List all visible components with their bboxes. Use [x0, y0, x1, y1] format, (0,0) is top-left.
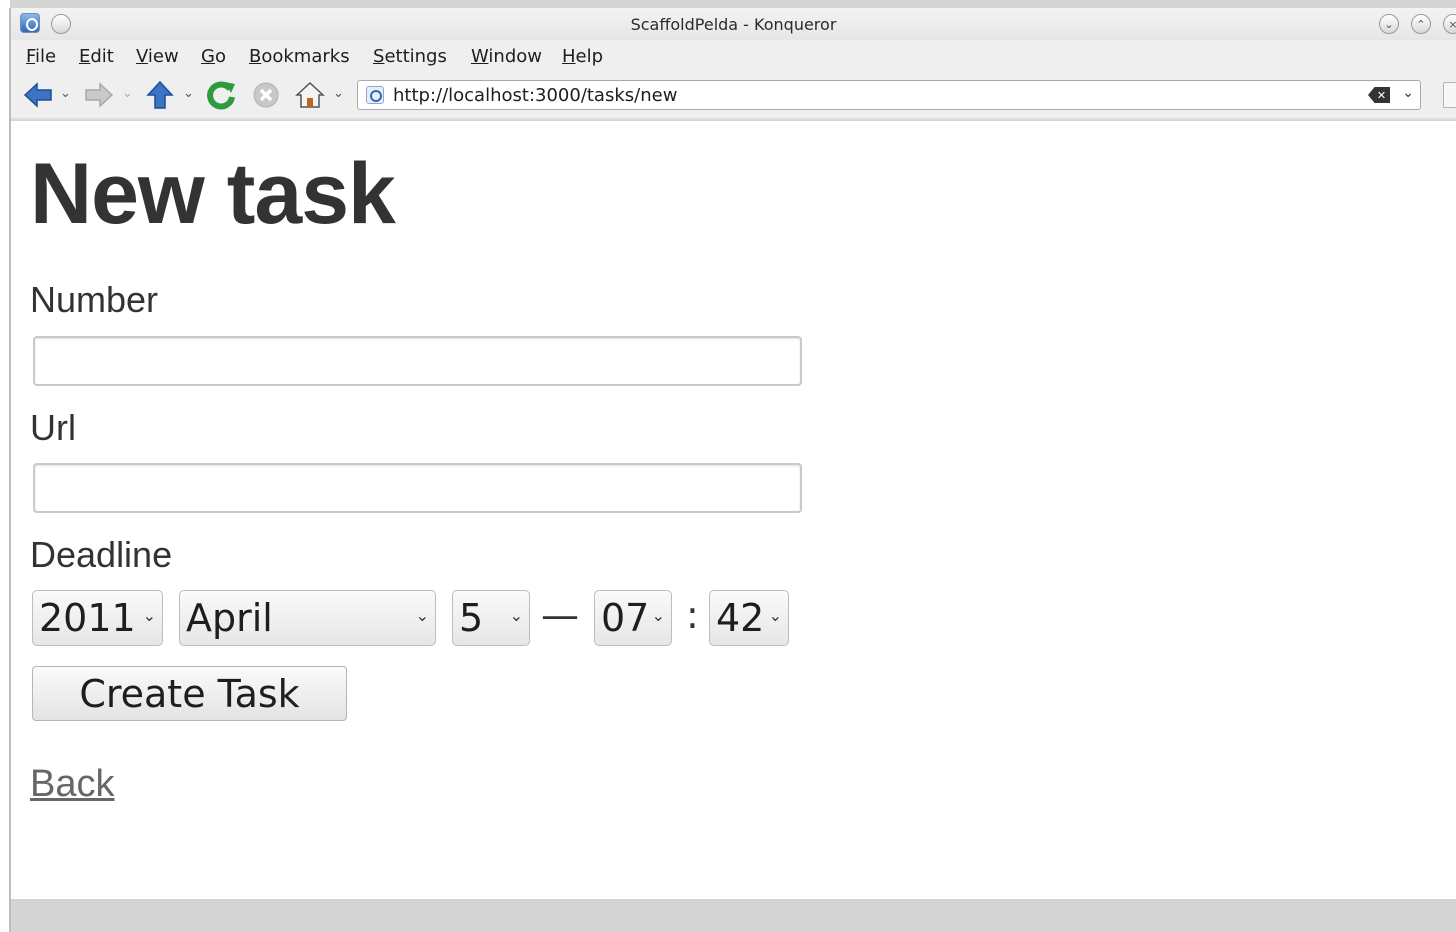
url-label: Url	[30, 407, 76, 448]
deadline-hour-value: 07	[601, 596, 650, 640]
minimize-icon[interactable]: ⌄	[1379, 14, 1399, 34]
chevron-down-icon: ⌄	[142, 606, 156, 625]
deadline-year-select[interactable]: 2011 ⌄	[32, 590, 163, 646]
go-button[interactable]	[1443, 82, 1456, 108]
address-bar[interactable]: http://localhost:3000/tasks/new ✕ ⌄	[357, 80, 1421, 110]
address-url[interactable]: http://localhost:3000/tasks/new	[393, 85, 677, 106]
reload-icon[interactable]	[206, 80, 236, 110]
navigation-toolbar: ⌄ ⌄ ⌄ ⌄ http://localhost:3000/tasks/new …	[11, 74, 1456, 120]
page-title: New task	[30, 146, 396, 242]
time-separator: :	[686, 593, 699, 637]
number-label: Number	[30, 279, 159, 320]
number-input[interactable]	[33, 336, 802, 386]
up-arrow-icon[interactable]	[145, 80, 175, 110]
chevron-down-icon: ⌄	[651, 606, 665, 625]
menu-help[interactable]: Help	[562, 46, 603, 67]
menu-bookmarks[interactable]: Bookmarks	[249, 46, 350, 67]
create-task-button[interactable]: Create Task	[32, 666, 347, 721]
status-bar	[11, 899, 1456, 932]
stop-icon[interactable]	[251, 80, 281, 110]
title-bar[interactable]: ScaffoldPelda - Konqueror ⌄ ⌃ ×	[11, 8, 1456, 40]
forward-arrow-icon[interactable]	[84, 80, 114, 110]
deadline-day-select[interactable]: 5 ⌄	[452, 590, 530, 646]
menu-view[interactable]: View	[136, 46, 179, 67]
deadline-minute-value: 42	[716, 596, 765, 640]
back-link[interactable]: Back	[30, 763, 114, 806]
back-arrow-icon[interactable]	[23, 80, 53, 110]
maximize-icon[interactable]: ⌃	[1411, 14, 1431, 34]
url-input[interactable]	[33, 463, 802, 513]
address-history-dropdown-icon[interactable]: ⌄	[1402, 85, 1414, 101]
deadline-hour-select[interactable]: 07 ⌄	[594, 590, 672, 646]
menu-settings[interactable]: Settings	[373, 46, 447, 67]
deadline-label: Deadline	[30, 534, 173, 575]
menu-window[interactable]: Window	[471, 46, 542, 67]
chevron-down-icon: ⌄	[509, 606, 523, 625]
home-dropdown-icon[interactable]: ⌄	[333, 86, 344, 101]
page-viewport: New task Number Url Deadline 2011 ⌄ Apri…	[11, 121, 1456, 899]
deadline-month-value: April	[186, 596, 273, 640]
deadline-year-value: 2011	[39, 596, 136, 640]
up-dropdown-icon[interactable]: ⌄	[183, 86, 194, 101]
clear-address-icon[interactable]: ✕	[1368, 87, 1390, 103]
chevron-down-icon: ⌄	[768, 606, 782, 625]
window-title: ScaffoldPelda - Konqueror	[630, 15, 837, 34]
deadline-day-value: 5	[459, 596, 484, 640]
deadline-minute-select[interactable]: 42 ⌄	[709, 590, 789, 646]
forward-history-dropdown-icon[interactable]: ⌄	[122, 86, 133, 101]
back-history-dropdown-icon[interactable]: ⌄	[60, 86, 71, 101]
menu-go[interactable]: Go	[201, 46, 226, 67]
browser-window: ScaffoldPelda - Konqueror ⌄ ⌃ × File Edi…	[0, 0, 1456, 932]
home-icon[interactable]	[295, 80, 325, 110]
chevron-down-icon: ⌄	[415, 606, 429, 625]
menu-edit[interactable]: Edit	[79, 46, 114, 67]
deadline-month-select[interactable]: April ⌄	[179, 590, 436, 646]
close-icon[interactable]: ×	[1443, 14, 1456, 34]
menu-bar: File Edit View Go Bookmarks Settings Win…	[11, 40, 1456, 74]
menu-file[interactable]: File	[26, 46, 56, 67]
site-favicon-icon	[366, 86, 384, 104]
date-time-separator: —	[541, 593, 579, 637]
